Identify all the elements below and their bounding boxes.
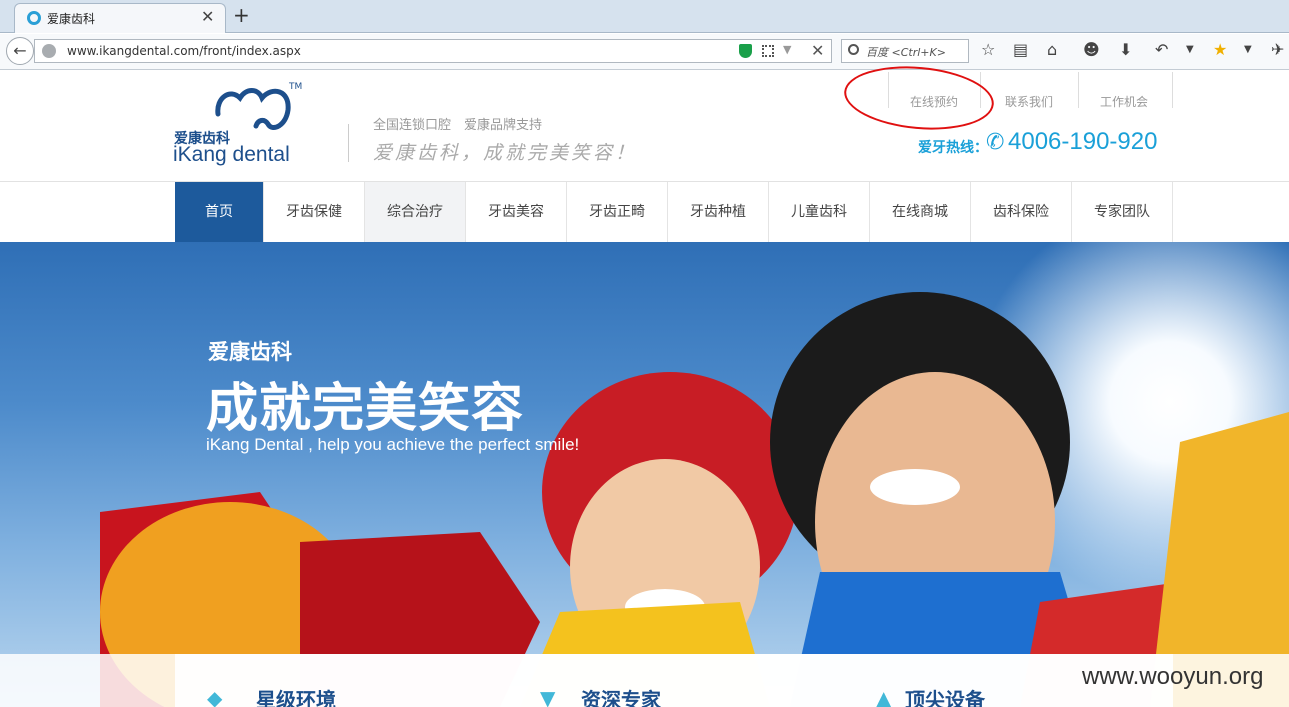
url-text: www.ikangdental.com/front/index.aspx — [67, 44, 301, 58]
trophy-icon: ▼ — [540, 686, 556, 707]
divider — [1172, 72, 1173, 108]
favorites-icon[interactable]: ★ — [1213, 40, 1227, 59]
hero-title: 成就完美笑容 — [206, 379, 525, 439]
search-input[interactable]: 百度 <Ctrl+K> — [841, 39, 969, 63]
search-icon — [848, 44, 859, 55]
watermark: www.wooyun.org — [1082, 663, 1264, 690]
browser-tab[interactable]: 爱康齿科 ✕ — [14, 3, 226, 33]
menu-item-general-treatment[interactable]: 综合治疗 — [365, 182, 466, 242]
hero-banner[interactable]: 爱康齿科 成就完美笑容 iKang Dental , help you achi… — [0, 242, 1289, 707]
extension-icon[interactable]: ✈ — [1271, 40, 1284, 59]
phone-icon: ✆ — [986, 130, 1005, 155]
new-tab-plus-icon[interactable]: + — [233, 3, 250, 27]
undo-icon[interactable]: ↶ — [1155, 40, 1168, 59]
hotline-number[interactable]: 4006-190-920 — [1008, 128, 1157, 156]
home-icon[interactable]: ⌂ — [1047, 40, 1057, 59]
address-bar[interactable]: www.ikangdental.com/front/index.aspx ▼ ✕ — [34, 39, 832, 63]
download-icon[interactable]: ⬇ — [1119, 40, 1132, 59]
feature-environment[interactable]: 星级环境 — [256, 684, 336, 707]
menu-item-experts[interactable]: 专家团队 — [1072, 182, 1173, 242]
menu-item-pediatric[interactable]: 儿童齿科 — [769, 182, 870, 242]
tagline-primary: 全国连锁口腔 爱康品牌支持 — [373, 118, 543, 133]
menu-item-dental-care[interactable]: 牙齿保健 — [264, 182, 365, 242]
globe-icon — [42, 44, 56, 58]
menu-item-implants[interactable]: 牙齿种植 — [668, 182, 769, 242]
red-annotation-circle — [841, 60, 997, 136]
tagline-slogan: 爱康齿科，成就完美笑容！ — [373, 142, 638, 164]
qr-code-icon[interactable] — [762, 45, 774, 57]
feature-experts[interactable]: 资深专家 — [581, 684, 661, 707]
link-contact-us[interactable]: 联系我们 — [983, 93, 1075, 110]
chat-icon[interactable]: ☻ — [1083, 40, 1100, 59]
main-menu: 首页 牙齿保健 综合治疗 牙齿美容 牙齿正畸 牙齿种植 儿童齿科 在线商城 齿科… — [175, 182, 1173, 242]
close-icon[interactable]: ✕ — [811, 41, 824, 60]
hero-subtitle: iKang Dental , help you achieve the perf… — [206, 435, 580, 454]
menu-item-cosmetic[interactable]: 牙齿美容 — [466, 182, 567, 242]
chevron-down-icon[interactable]: ▼ — [1244, 44, 1252, 55]
bookmark-star-icon[interactable]: ☆ — [981, 40, 995, 59]
menu-item-home[interactable]: 首页 — [175, 182, 264, 242]
chevron-down-icon[interactable]: ▼ — [1186, 44, 1194, 55]
search-placeholder: 百度 <Ctrl+K> — [866, 46, 946, 59]
menu-item-orthodontics[interactable]: 牙齿正畸 — [567, 182, 668, 242]
logo-trademark: TM — [289, 82, 303, 92]
divider — [348, 124, 349, 162]
shield-icon[interactable] — [739, 44, 752, 58]
menu-item-insurance[interactable]: 齿科保险 — [971, 182, 1072, 242]
browser-navbar: ← www.ikangdental.com/front/index.aspx ▼… — [0, 34, 1289, 70]
tab-title: 爱康齿科 — [47, 12, 96, 26]
diamond-icon: ◆ — [207, 686, 223, 707]
link-jobs[interactable]: 工作机会 — [1078, 93, 1170, 110]
hotline-label: 爱牙热线： — [918, 140, 988, 156]
hero-photo — [100, 292, 1289, 707]
hero-brand: 爱康齿科 — [208, 340, 292, 364]
reading-list-icon[interactable]: ▤ — [1013, 40, 1028, 59]
back-arrow-icon[interactable]: ← — [6, 37, 34, 65]
menu-item-online-store[interactable]: 在线商城 — [870, 182, 971, 242]
site-favicon-icon — [27, 11, 41, 25]
logo-english[interactable]: iKang dental — [173, 143, 290, 167]
feature-equipment[interactable]: 顶尖设备 — [905, 684, 985, 707]
flask-icon: ▲ — [876, 686, 892, 707]
close-tab-icon[interactable]: ✕ — [201, 7, 214, 26]
chevron-down-icon[interactable]: ▼ — [783, 43, 791, 56]
browser-tabbar: 爱康齿科 ✕ + — [0, 0, 1289, 33]
